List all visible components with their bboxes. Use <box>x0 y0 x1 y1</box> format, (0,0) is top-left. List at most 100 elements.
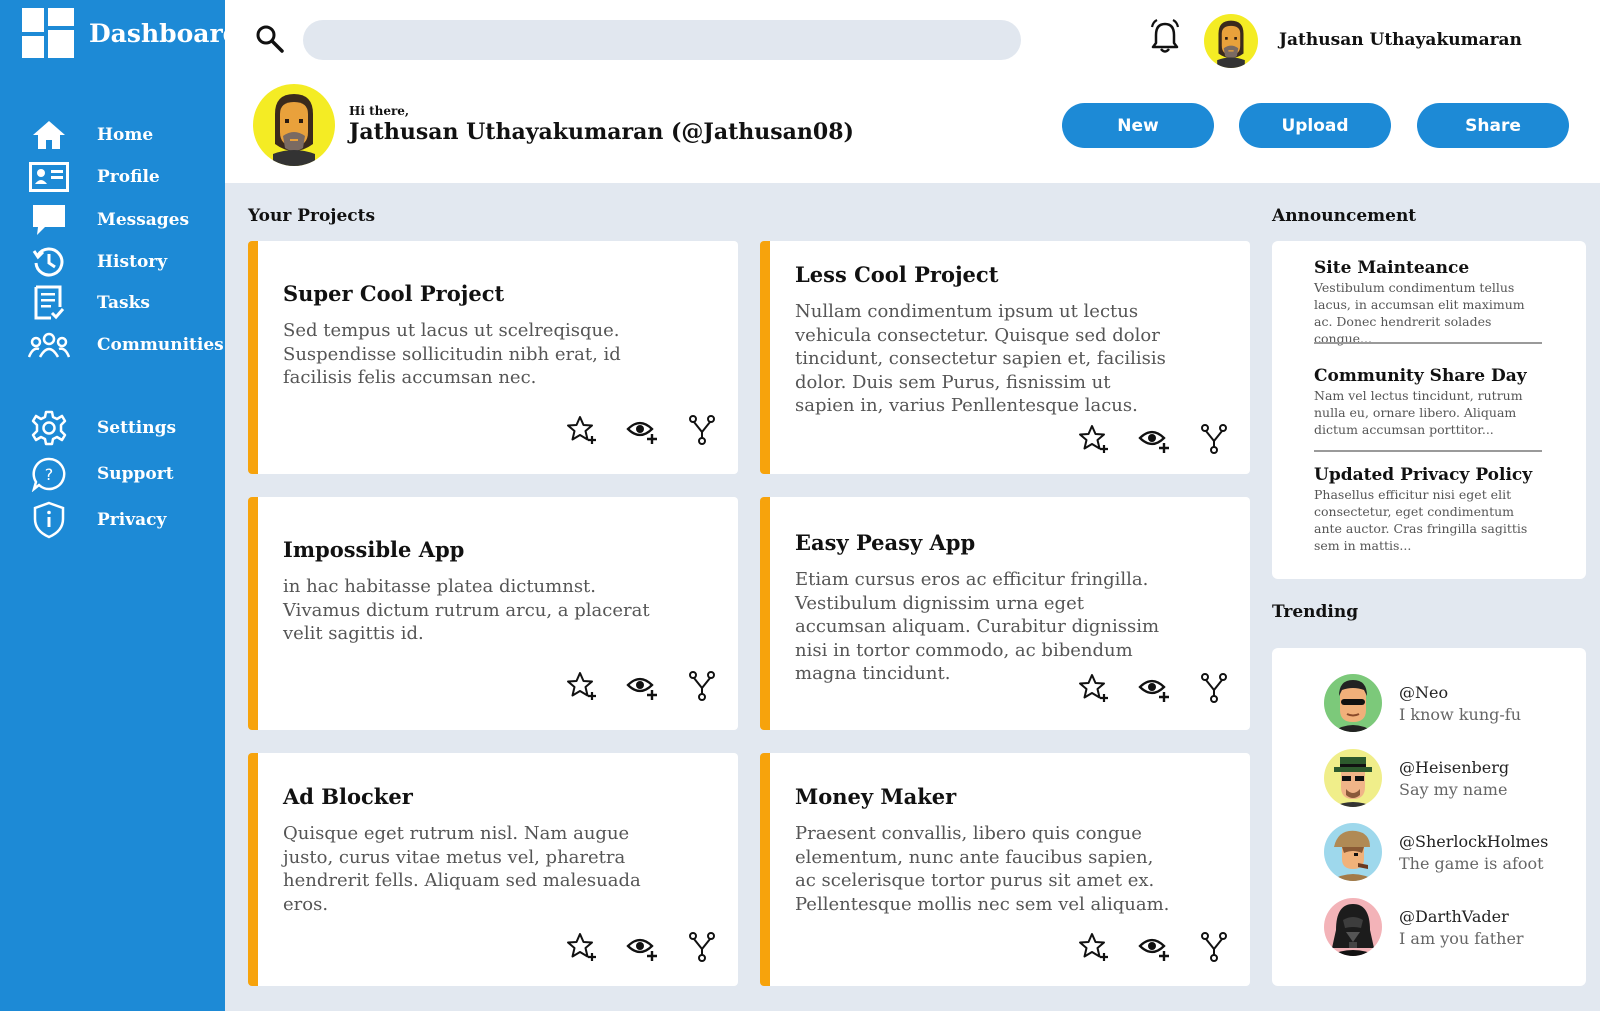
sidebar-item-home[interactable]: Home <box>28 116 153 154</box>
greeting-name: Jathusan Uthayakumaran (@Jathusan08) <box>349 119 854 145</box>
trending-info: @Heisenberg Say my name <box>1399 758 1509 799</box>
trending-item[interactable]: @SherlockHolmes The game is afoot <box>1324 823 1548 881</box>
shield-icon <box>28 501 70 539</box>
fork-icon[interactable] <box>686 414 718 446</box>
profile-avatar[interactable] <box>253 84 335 166</box>
project-title: Easy Peasy App <box>795 530 976 555</box>
star-add-icon[interactable] <box>1078 931 1110 963</box>
announcement-body: Nam vel lectus tincidunt, rutrum nulla e… <box>1314 388 1523 437</box>
sidebar-item-settings[interactable]: Settings <box>28 409 176 447</box>
announcement-item[interactable]: Updated Privacy Policy Phasellus efficit… <box>1314 465 1542 554</box>
trending-handle: @SherlockHolmes <box>1399 831 1549 851</box>
announcement-item[interactable]: Community Share Day Nam vel lectus tinci… <box>1314 366 1542 438</box>
trending-tagline: I know kung-fu <box>1399 704 1521 724</box>
sidebar-item-communities[interactable]: Communities <box>28 326 224 364</box>
watch-add-icon[interactable] <box>626 414 658 446</box>
fork-icon[interactable] <box>1198 931 1230 963</box>
projects-title: Your Projects <box>248 206 376 226</box>
sidebar-item-label: Privacy <box>97 510 167 530</box>
trending-info: @DarthVader I am you father <box>1399 907 1524 948</box>
avatar <box>1324 898 1382 956</box>
sidebar-item-label: History <box>97 252 168 272</box>
project-description: Nullam condimentum ipsum ut lectus vehic… <box>795 301 1166 416</box>
tasks-icon <box>28 284 70 322</box>
project-card[interactable]: Super Cool Project Sed tempus ut lacus u… <box>248 241 738 474</box>
announcement-body: Phasellus efficitur nisi eget elit conse… <box>1314 487 1528 553</box>
sidebar-item-label: Home <box>97 125 154 145</box>
star-add-icon[interactable] <box>566 414 598 446</box>
project-card[interactable]: Impossible App in hac habitasse platea d… <box>248 497 738 730</box>
project-actions <box>1078 931 1230 963</box>
project-card[interactable]: Less Cool Project Nullam condimentum ips… <box>760 241 1250 474</box>
project-card[interactable]: Money Maker Praesent convallis, libero q… <box>760 753 1250 986</box>
brand[interactable]: Dashboard <box>22 8 240 58</box>
communities-icon <box>28 326 70 364</box>
sidebar-item-label: Profile <box>97 167 160 187</box>
trending-handle: @Neo <box>1399 682 1449 702</box>
project-actions <box>1078 672 1230 704</box>
trending-item[interactable]: @Neo I know kung-fu <box>1324 674 1521 732</box>
fork-icon[interactable] <box>1198 423 1230 455</box>
project-actions <box>566 670 718 702</box>
avatar[interactable] <box>1204 14 1258 68</box>
trending-item[interactable]: @Heisenberg Say my name <box>1324 749 1509 807</box>
sidebar-item-label: Support <box>97 464 174 484</box>
project-description: Praesent convallis, libero quis congue e… <box>795 823 1170 915</box>
trending-item[interactable]: @DarthVader I am you father <box>1324 898 1524 956</box>
watch-add-icon[interactable] <box>626 931 658 963</box>
avatar <box>1324 823 1382 881</box>
project-title: Ad Blocker <box>283 784 413 809</box>
project-description: Quisque eget rutrum nisl. Nam augue just… <box>283 823 641 915</box>
star-add-icon[interactable] <box>1078 423 1110 455</box>
trending-panel: @Neo I know kung-fu @Heisenberg Say my n… <box>1272 648 1586 986</box>
greeting-small: Hi there, <box>349 104 410 118</box>
sidebar-item-privacy[interactable]: Privacy <box>28 501 166 539</box>
announcement-heading: Community Share Day <box>1314 366 1527 386</box>
avatar <box>1324 674 1382 732</box>
watch-add-icon[interactable] <box>1138 931 1170 963</box>
sidebar: Dashboard Home Profile Messages History … <box>0 0 240 1011</box>
sidebar-item-label: Tasks <box>97 293 150 313</box>
trending-handle: @DarthVader <box>1399 906 1509 926</box>
fork-icon[interactable] <box>686 670 718 702</box>
watch-add-icon[interactable] <box>1138 672 1170 704</box>
sidebar-item-tasks[interactable]: Tasks <box>28 284 150 322</box>
new-button[interactable]: New <box>1062 103 1214 148</box>
star-add-icon[interactable] <box>566 931 598 963</box>
watch-add-icon[interactable] <box>626 670 658 702</box>
sidebar-item-label: Messages <box>97 210 190 230</box>
brand-title: Dashboard <box>89 18 241 48</box>
bell-icon[interactable] <box>1148 18 1182 56</box>
announcement-item[interactable]: Site Mainteance Vestibulum condimentum t… <box>1314 258 1542 347</box>
sidebar-item-history[interactable]: History <box>28 243 167 281</box>
trending-title: Trending <box>1272 602 1359 622</box>
star-add-icon[interactable] <box>1078 672 1110 704</box>
project-actions <box>566 414 718 446</box>
sidebar-item-messages[interactable]: Messages <box>28 201 189 239</box>
trending-handle: @Heisenberg <box>1399 757 1510 777</box>
sidebar-item-label: Settings <box>97 418 177 438</box>
trending-tagline: I am you father <box>1399 928 1524 948</box>
watch-add-icon[interactable] <box>1138 423 1170 455</box>
header: Jathusan Uthayakumaran Hi there, Jathusa… <box>225 0 1600 183</box>
trending-info: @SherlockHolmes The game is afoot <box>1399 832 1548 873</box>
announcement-body: Vestibulum condimentum tellus lacus, in … <box>1314 280 1525 346</box>
announcement-heading: Updated Privacy Policy <box>1314 465 1533 485</box>
sidebar-item-support[interactable]: ? Support <box>28 455 174 493</box>
project-description: Sed tempus ut lacus ut scelreqisque. Sus… <box>283 320 621 388</box>
share-button[interactable]: Share <box>1417 103 1569 148</box>
project-card[interactable]: Easy Peasy App Etiam cursus eros ac effi… <box>760 497 1250 730</box>
upload-button[interactable]: Upload <box>1239 103 1391 148</box>
search-input[interactable] <box>303 20 1021 60</box>
project-card[interactable]: Ad Blocker Quisque eget rutrum nisl. Nam… <box>248 753 738 986</box>
star-add-icon[interactable] <box>566 670 598 702</box>
sidebar-item-label: Communities <box>97 335 224 355</box>
project-actions <box>1078 423 1230 455</box>
search-icon[interactable] <box>255 24 285 54</box>
project-description: Etiam cursus eros ac efficitur fringilla… <box>795 569 1160 684</box>
user-name[interactable]: Jathusan Uthayakumaran <box>1279 30 1522 50</box>
sidebar-item-profile[interactable]: Profile <box>28 158 160 196</box>
fork-icon[interactable] <box>1198 672 1230 704</box>
fork-icon[interactable] <box>686 931 718 963</box>
question-icon: ? <box>28 455 70 493</box>
